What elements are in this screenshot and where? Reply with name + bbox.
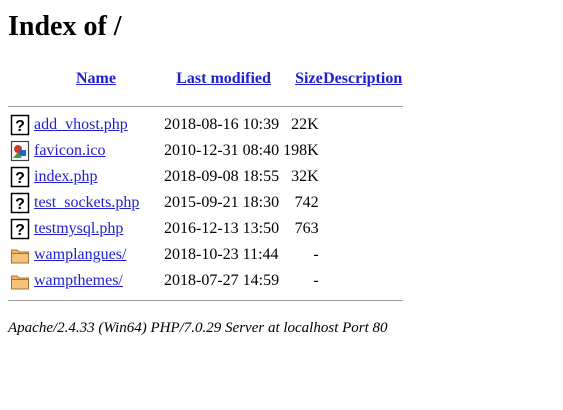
row-icon-cell: ? xyxy=(8,112,34,138)
row-last-modified: 2016-12-13 13:50 xyxy=(164,220,280,237)
row-description xyxy=(323,138,403,164)
row-description xyxy=(323,112,403,138)
row-icon-cell xyxy=(8,138,34,164)
row-icon-cell xyxy=(8,242,34,268)
row-last-modified: 2018-07-27 14:59 xyxy=(164,272,280,289)
file-link[interactable]: add_vhost.php xyxy=(34,116,128,133)
table-row: wampthemes/2018-07-27 14:59 - xyxy=(8,268,403,294)
row-size: 198K xyxy=(283,142,319,159)
row-name-cell: testmysql.php xyxy=(34,216,164,242)
file-link[interactable]: wampthemes/ xyxy=(34,272,123,289)
row-description xyxy=(323,190,403,216)
row-name-cell: add_vhost.php xyxy=(34,112,164,138)
file-link[interactable]: test_sockets.php xyxy=(34,194,139,211)
sort-by-description-link[interactable]: Description xyxy=(323,70,402,87)
footer-divider-row xyxy=(8,294,403,306)
file-link[interactable]: index.php xyxy=(34,168,98,185)
header-name-cell: Name xyxy=(34,68,164,100)
row-name-cell: wamplangues/ xyxy=(34,242,164,268)
svg-text:?: ? xyxy=(15,170,25,187)
server-signature: Apache/2.4.33 (Win64) PHP/7.0.29 Server … xyxy=(8,320,388,336)
row-last-modified: 2015-09-21 18:30 xyxy=(164,194,280,211)
table-row: wamplangues/2018-10-23 11:44 - xyxy=(8,242,403,268)
table-row: ? test_sockets.php 2015-09-21 18:30 742 xyxy=(8,190,403,216)
row-description xyxy=(323,268,403,294)
row-name-cell: wampthemes/ xyxy=(34,268,164,294)
row-icon-cell: ? xyxy=(8,164,34,190)
table-header-row: Name Last modified Size Description xyxy=(8,68,403,100)
file-link[interactable]: testmysql.php xyxy=(34,220,123,237)
svg-text:?: ? xyxy=(15,118,25,135)
row-last-modified: 2010-12-31 08:40 xyxy=(164,142,280,159)
unknown-file-icon: ? xyxy=(10,218,30,240)
page-title: Index of / xyxy=(8,11,122,42)
row-icon-cell: ? xyxy=(8,190,34,216)
svg-text:?: ? xyxy=(15,196,25,213)
row-name-cell: favicon.ico xyxy=(34,138,164,164)
file-link[interactable]: wamplangues/ xyxy=(34,246,126,263)
file-link[interactable]: favicon.ico xyxy=(34,142,106,159)
header-last-modified-cell: Last modified xyxy=(164,68,283,100)
sort-by-last-modified-link[interactable]: Last modified xyxy=(176,70,271,87)
row-size: 763 xyxy=(294,220,319,237)
header-description-cell: Description xyxy=(323,68,403,100)
image-file-icon xyxy=(10,140,30,162)
sort-by-size-link[interactable]: Size xyxy=(295,70,323,87)
header-icon-cell xyxy=(8,68,34,100)
sort-by-name-link[interactable]: Name xyxy=(76,70,116,87)
unknown-file-icon: ? xyxy=(10,192,30,214)
footer-divider xyxy=(8,299,403,301)
row-last-modified: 2018-08-16 10:39 xyxy=(164,116,280,133)
row-name-cell: test_sockets.php xyxy=(34,190,164,216)
row-size: 32K xyxy=(291,168,319,185)
row-description xyxy=(323,216,403,242)
table-row: ? add_vhost.php 2018-08-16 10:39 22K xyxy=(8,112,403,138)
row-description xyxy=(323,164,403,190)
folder-icon xyxy=(10,244,30,266)
row-size: 742 xyxy=(294,194,319,211)
header-size-cell: Size xyxy=(283,68,323,100)
header-divider xyxy=(8,105,403,107)
row-size: - xyxy=(313,272,319,289)
row-last-modified: 2018-09-08 18:55 xyxy=(164,168,280,185)
folder-icon xyxy=(10,270,30,292)
row-size: - xyxy=(313,246,319,263)
row-size: 22K xyxy=(291,116,319,133)
svg-text:?: ? xyxy=(15,222,25,239)
table-row: ? index.php 2018-09-08 18:55 32K xyxy=(8,164,403,190)
unknown-file-icon: ? xyxy=(10,114,30,136)
table-row: ? testmysql.php 2016-12-13 13:50 763 xyxy=(8,216,403,242)
unknown-file-icon: ? xyxy=(10,166,30,188)
table-row: favicon.ico 2010-12-31 08:40 198K xyxy=(8,138,403,164)
row-description xyxy=(323,242,403,268)
row-name-cell: index.php xyxy=(34,164,164,190)
row-icon-cell xyxy=(8,268,34,294)
file-listing-table: Name Last modified Size Description ? add… xyxy=(8,68,403,306)
row-icon-cell: ? xyxy=(8,216,34,242)
header-divider-row xyxy=(8,100,403,112)
row-last-modified: 2018-10-23 11:44 xyxy=(164,246,279,263)
